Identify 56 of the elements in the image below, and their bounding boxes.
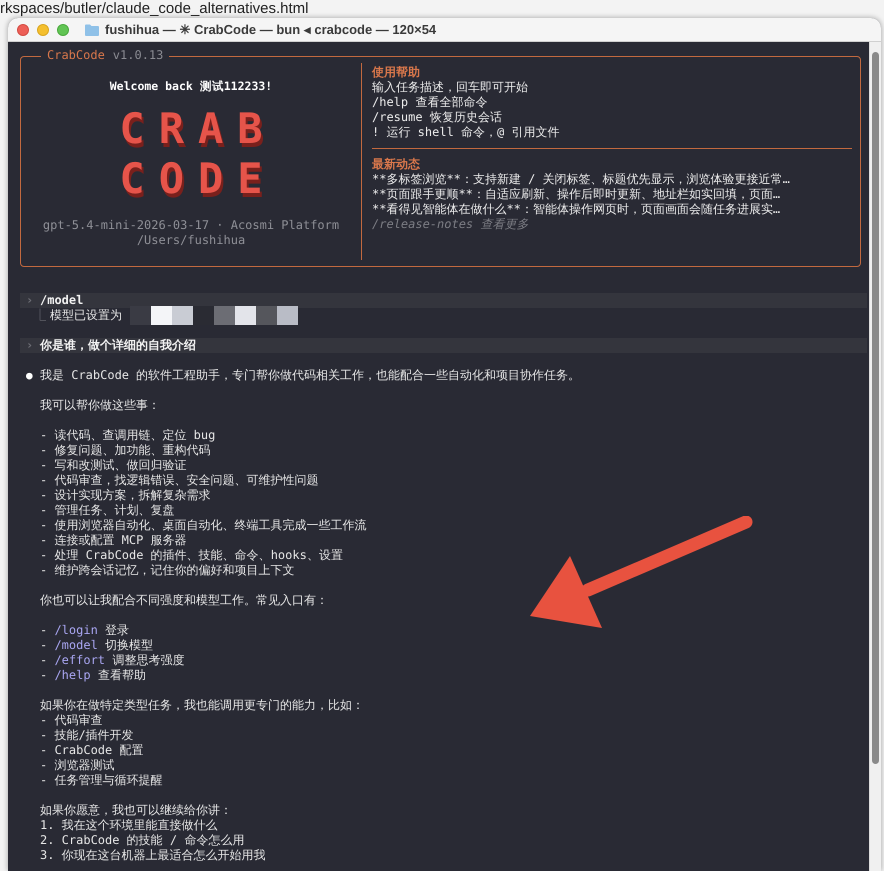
- reply-line: 2. CrabCode 的技能 / 命令怎么用: [40, 833, 244, 848]
- reply-line: - 代码审查，找逻辑错误、安全问题、可维护性问题: [40, 473, 318, 488]
- section-line: /release-notes 查看更多: [372, 217, 530, 232]
- reply-line: - 维护跨会话记忆，记住你的偏好和项目上下文: [40, 563, 294, 578]
- reply-line: - 修复问题、加功能、重构代码: [40, 443, 210, 458]
- reply-line: 如果你愿意，我也可以继续给你讲：: [40, 803, 232, 818]
- cwd-text: /Users/fushihua: [136, 233, 246, 248]
- prompt-marker: ›: [26, 338, 34, 353]
- prompt-marker: ›: [26, 293, 34, 308]
- folder-icon: [85, 24, 99, 36]
- reply-line: - CrabCode 配置: [40, 743, 144, 758]
- browser-url-text: rkspaces/butler/claude_code_alternatives.html: [0, 0, 309, 19]
- reply-line: - 浏览器测试: [40, 758, 114, 773]
- reply-line: - 技能/插件开发: [40, 728, 134, 743]
- reply-line: - /login 登录: [40, 623, 130, 638]
- reply-line: - /effort 调整思考强度: [40, 653, 184, 668]
- reply-line: - 使用浏览器自动化、桌面自动化、终端工具完成一些工作流: [40, 518, 366, 533]
- reply-line: - 写和改测试、做回归验证: [40, 458, 186, 473]
- logo-text: CRAB: [118, 104, 277, 154]
- logo-text: CODE: [118, 154, 277, 204]
- reply-line: 我是 CrabCode 的软件工程助手，专门帮你做代码相关工作，也能配合一些自动化和项目协作任务。: [40, 368, 580, 383]
- reply-line: - /model 切换模型: [40, 638, 154, 653]
- prompt-text: /model: [40, 293, 84, 308]
- bullet-marker: ●: [26, 368, 34, 383]
- reply-line: - 设计实现方案，拆解复杂需求: [40, 488, 210, 503]
- reply-line: - 管理任务、计划、复盘: [40, 503, 174, 518]
- section-line: /resume 恢复历史会话: [372, 110, 503, 125]
- reply-line: 如果你在做特定类型任务，我也能调用更专门的能力，比如：: [40, 698, 364, 713]
- scrollbar-thumb[interactable]: [872, 52, 879, 764]
- welcome-text: Welcome back 测试112233!: [110, 79, 272, 94]
- reply-line: - 连接或配置 MCP 服务器: [40, 533, 187, 548]
- reply-line: - 处理 CrabCode 的插件、技能、命令、hooks、设置: [40, 548, 343, 563]
- reply-line: 我可以帮你做这些事：: [40, 398, 160, 413]
- zoom-button[interactable]: [57, 24, 69, 36]
- reply-line: - 代码审查: [40, 713, 102, 728]
- section-heading: 使用帮助: [372, 65, 421, 80]
- section-line: ! 运行 shell 命令，@ 引用文件: [372, 125, 560, 140]
- result-text: 模型已设置为: [50, 308, 122, 323]
- reply-line: - 任务管理与循环提醒: [40, 773, 162, 788]
- section-line: **多标签浏览**：支持新建 / 关闭标签、标题优先显示，浏览体验更接近常…: [372, 172, 791, 187]
- reply-line: 1. 我在这个环境里能直接做什么: [40, 818, 218, 833]
- section-heading: 最新动态: [372, 157, 421, 172]
- model-info: gpt-5.4-mini-2026-03-17 · Acosmi Platform: [42, 218, 340, 233]
- section-line: 输入任务描述，回车即可开始: [372, 80, 529, 95]
- reply-line: - 读代码、查调用链、定位 bug: [40, 428, 216, 443]
- close-button[interactable]: [17, 24, 29, 36]
- reply-line: - /help 查看帮助: [40, 668, 146, 683]
- section-line: **页面跟手更顺**：自适应刷新、操作后即时更新、地址栏如实回填，页面…: [372, 187, 782, 202]
- result-marker: ⎿: [34, 308, 47, 323]
- reply-line: 你也可以让我配合不同强度和模型工作。常见入口有：: [40, 593, 328, 608]
- minimize-button[interactable]: [37, 24, 49, 36]
- section-line: **看得见智能体在做什么**：智能体操作网页时，页面画面会随任务进展实…: [372, 202, 782, 217]
- section-line: /help 查看全部命令: [372, 95, 488, 110]
- prompt-text: 你是谁，做个详细的自我介绍: [40, 338, 196, 353]
- reply-line: 3. 你现在这台机器上最适合怎么开始用我: [40, 848, 266, 863]
- window-title: fushihua — ✳ CrabCode — bun ◂ crabcode — 120×54: [105, 20, 436, 39]
